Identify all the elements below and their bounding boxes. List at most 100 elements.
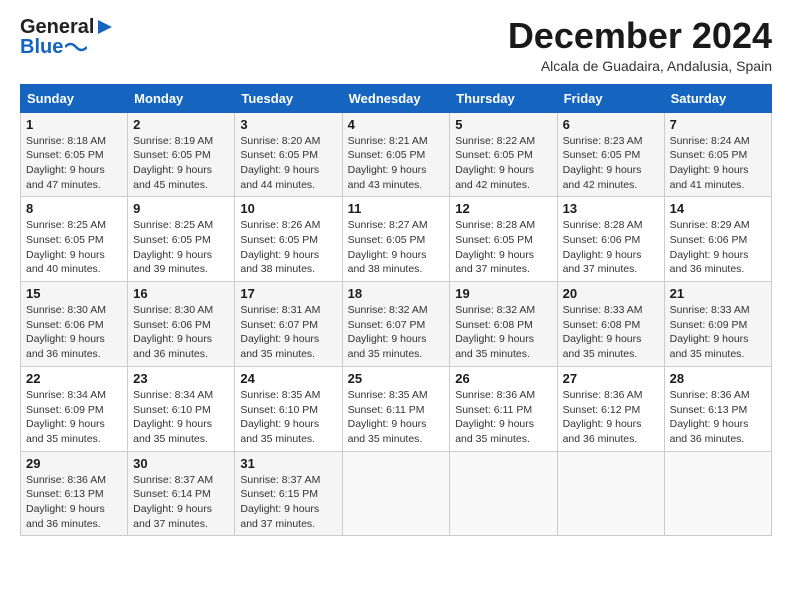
- calendar-cell: 19 Sunrise: 8:32 AMSunset: 6:08 PMDayligh…: [450, 282, 557, 367]
- calendar-cell: 20 Sunrise: 8:33 AMSunset: 6:08 PMDayligh…: [557, 282, 664, 367]
- day-number: 30: [133, 456, 229, 471]
- day-info: Sunrise: 8:37 AMSunset: 6:15 PMDaylight:…: [240, 473, 336, 532]
- header-day-wednesday: Wednesday: [342, 84, 450, 112]
- calendar-cell: 8 Sunrise: 8:25 AMSunset: 6:05 PMDaylight…: [21, 197, 128, 282]
- day-number: 25: [348, 371, 445, 386]
- calendar-cell: 6 Sunrise: 8:23 AMSunset: 6:05 PMDaylight…: [557, 112, 664, 197]
- day-info: Sunrise: 8:20 AMSunset: 6:05 PMDaylight:…: [240, 134, 336, 193]
- header-day-sunday: Sunday: [21, 84, 128, 112]
- day-info: Sunrise: 8:30 AMSunset: 6:06 PMDaylight:…: [133, 303, 229, 362]
- day-info: Sunrise: 8:19 AMSunset: 6:05 PMDaylight:…: [133, 134, 229, 193]
- calendar-week-row: 1 Sunrise: 8:18 AMSunset: 6:05 PMDaylight…: [21, 112, 772, 197]
- calendar-cell: 28Sunrise: 8:36 AMSunset: 6:13 PMDayligh…: [664, 366, 771, 451]
- day-info: Sunrise: 8:35 AMSunset: 6:10 PMDaylight:…: [240, 388, 336, 447]
- calendar-cell: 4 Sunrise: 8:21 AMSunset: 6:05 PMDaylight…: [342, 112, 450, 197]
- day-number: 8: [26, 201, 122, 216]
- day-number: 16: [133, 286, 229, 301]
- day-number: 27: [563, 371, 659, 386]
- day-info: Sunrise: 8:32 AMSunset: 6:07 PMDaylight:…: [348, 303, 445, 362]
- calendar-cell: [664, 451, 771, 536]
- day-info: Sunrise: 8:23 AMSunset: 6:05 PMDaylight:…: [563, 134, 659, 193]
- day-number: 24: [240, 371, 336, 386]
- day-info: Sunrise: 8:31 AMSunset: 6:07 PMDaylight:…: [240, 303, 336, 362]
- day-info: Sunrise: 8:29 AMSunset: 6:06 PMDaylight:…: [670, 218, 766, 277]
- calendar-cell: 30Sunrise: 8:37 AMSunset: 6:14 PMDayligh…: [128, 451, 235, 536]
- day-number: 13: [563, 201, 659, 216]
- calendar-cell: 1 Sunrise: 8:18 AMSunset: 6:05 PMDaylight…: [21, 112, 128, 197]
- day-number: 14: [670, 201, 766, 216]
- calendar-cell: 18Sunrise: 8:32 AMSunset: 6:07 PMDayligh…: [342, 282, 450, 367]
- calendar-cell: 14 Sunrise: 8:29 AMSunset: 6:06 PMDayligh…: [664, 197, 771, 282]
- day-number: 29: [26, 456, 122, 471]
- calendar-header-row: SundayMondayTuesdayWednesdayThursdayFrid…: [21, 84, 772, 112]
- calendar-cell: 26 Sunrise: 8:36 AMSunset: 6:11 PMDayligh…: [450, 366, 557, 451]
- header-day-tuesday: Tuesday: [235, 84, 342, 112]
- calendar-cell: 25Sunrise: 8:35 AMSunset: 6:11 PMDayligh…: [342, 366, 450, 451]
- day-info: Sunrise: 8:36 AMSunset: 6:12 PMDaylight:…: [563, 388, 659, 447]
- day-number: 6: [563, 117, 659, 132]
- day-info: Sunrise: 8:30 AMSunset: 6:06 PMDaylight:…: [26, 303, 122, 362]
- day-info: Sunrise: 8:36 AMSunset: 6:13 PMDaylight:…: [670, 388, 766, 447]
- day-info: Sunrise: 8:25 AMSunset: 6:05 PMDaylight:…: [26, 218, 122, 277]
- calendar-table: SundayMondayTuesdayWednesdayThursdayFrid…: [20, 84, 772, 537]
- calendar-cell: 21 Sunrise: 8:33 AMSunset: 6:09 PMDayligh…: [664, 282, 771, 367]
- day-number: 3: [240, 117, 336, 132]
- calendar-cell: 29 Sunrise: 8:36 AMSunset: 6:13 PMDayligh…: [21, 451, 128, 536]
- day-number: 21: [670, 286, 766, 301]
- day-number: 12: [455, 201, 551, 216]
- month-title: December 2024: [508, 16, 772, 56]
- title-area: December 2024 Alcala de Guadaira, Andalu…: [508, 16, 772, 74]
- day-number: 31: [240, 456, 336, 471]
- calendar-cell: 3 Sunrise: 8:20 AMSunset: 6:05 PMDaylight…: [235, 112, 342, 197]
- day-info: Sunrise: 8:18 AMSunset: 6:05 PMDaylight:…: [26, 134, 122, 193]
- calendar-cell: 15 Sunrise: 8:30 AMSunset: 6:06 PMDayligh…: [21, 282, 128, 367]
- day-info: Sunrise: 8:27 AMSunset: 6:05 PMDaylight:…: [348, 218, 445, 277]
- location-subtitle: Alcala de Guadaira, Andalusia, Spain: [508, 58, 772, 74]
- header-day-saturday: Saturday: [664, 84, 771, 112]
- header-day-monday: Monday: [128, 84, 235, 112]
- calendar-week-row: 22Sunrise: 8:34 AMSunset: 6:09 PMDayligh…: [21, 366, 772, 451]
- calendar-cell: 9Sunrise: 8:25 AMSunset: 6:05 PMDaylight…: [128, 197, 235, 282]
- day-info: Sunrise: 8:34 AMSunset: 6:10 PMDaylight:…: [133, 388, 229, 447]
- calendar-cell: 2Sunrise: 8:19 AMSunset: 6:05 PMDaylight…: [128, 112, 235, 197]
- day-number: 7: [670, 117, 766, 132]
- header-day-friday: Friday: [557, 84, 664, 112]
- day-info: Sunrise: 8:21 AMSunset: 6:05 PMDaylight:…: [348, 134, 445, 193]
- day-info: Sunrise: 8:33 AMSunset: 6:09 PMDaylight:…: [670, 303, 766, 362]
- header-day-thursday: Thursday: [450, 84, 557, 112]
- calendar-cell: 17Sunrise: 8:31 AMSunset: 6:07 PMDayligh…: [235, 282, 342, 367]
- calendar-week-row: 29 Sunrise: 8:36 AMSunset: 6:13 PMDayligh…: [21, 451, 772, 536]
- calendar-cell: 22Sunrise: 8:34 AMSunset: 6:09 PMDayligh…: [21, 366, 128, 451]
- day-number: 23: [133, 371, 229, 386]
- calendar-week-row: 8 Sunrise: 8:25 AMSunset: 6:05 PMDaylight…: [21, 197, 772, 282]
- day-info: Sunrise: 8:36 AMSunset: 6:11 PMDaylight:…: [455, 388, 551, 447]
- calendar-cell: [557, 451, 664, 536]
- day-number: 26: [455, 371, 551, 386]
- day-number: 20: [563, 286, 659, 301]
- day-info: Sunrise: 8:36 AMSunset: 6:13 PMDaylight:…: [26, 473, 122, 532]
- day-number: 4: [348, 117, 445, 132]
- logo-wave-icon: [65, 41, 87, 53]
- calendar-cell: [342, 451, 450, 536]
- logo-arrow-icon: [96, 18, 114, 36]
- logo-blue-text: Blue: [20, 36, 63, 58]
- day-info: Sunrise: 8:25 AMSunset: 6:05 PMDaylight:…: [133, 218, 229, 277]
- calendar-cell: 5Sunrise: 8:22 AMSunset: 6:05 PMDaylight…: [450, 112, 557, 197]
- day-number: 15: [26, 286, 122, 301]
- calendar-cell: 7Sunrise: 8:24 AMSunset: 6:05 PMDaylight…: [664, 112, 771, 197]
- calendar-cell: 11Sunrise: 8:27 AMSunset: 6:05 PMDayligh…: [342, 197, 450, 282]
- day-info: Sunrise: 8:26 AMSunset: 6:05 PMDaylight:…: [240, 218, 336, 277]
- day-info: Sunrise: 8:33 AMSunset: 6:08 PMDaylight:…: [563, 303, 659, 362]
- calendar-cell: 27 Sunrise: 8:36 AMSunset: 6:12 PMDayligh…: [557, 366, 664, 451]
- day-info: Sunrise: 8:28 AMSunset: 6:06 PMDaylight:…: [563, 218, 659, 277]
- logo-general-text: General: [20, 16, 94, 38]
- calendar-cell: 10 Sunrise: 8:26 AMSunset: 6:05 PMDayligh…: [235, 197, 342, 282]
- day-number: 5: [455, 117, 551, 132]
- day-number: 19: [455, 286, 551, 301]
- day-number: 1: [26, 117, 122, 132]
- day-info: Sunrise: 8:32 AMSunset: 6:08 PMDaylight:…: [455, 303, 551, 362]
- day-number: 10: [240, 201, 336, 216]
- calendar-cell: 24 Sunrise: 8:35 AMSunset: 6:10 PMDayligh…: [235, 366, 342, 451]
- calendar-cell: [450, 451, 557, 536]
- calendar-cell: 16 Sunrise: 8:30 AMSunset: 6:06 PMDayligh…: [128, 282, 235, 367]
